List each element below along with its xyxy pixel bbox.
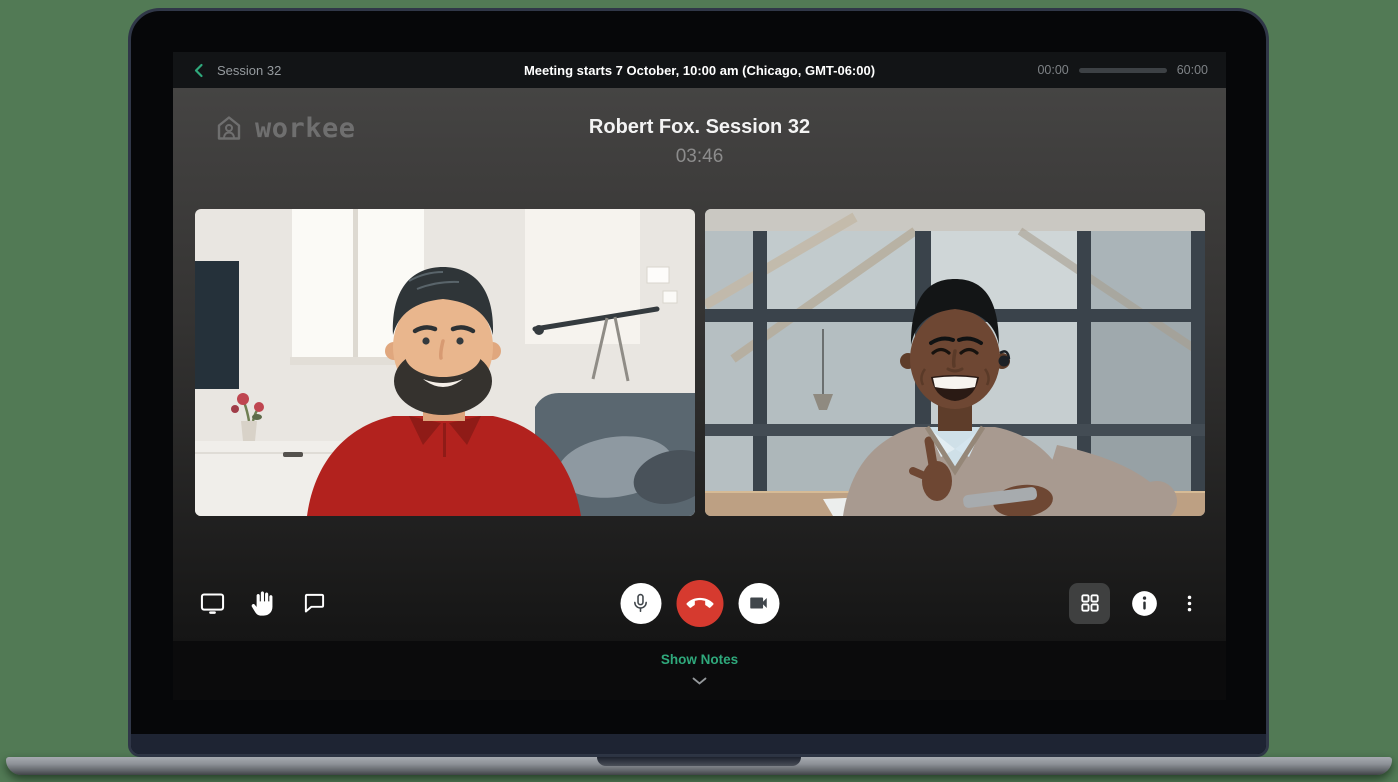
chevron-down-icon (692, 677, 707, 685)
participant-left-photo (195, 209, 695, 516)
video-grid (173, 209, 1226, 516)
back-button[interactable]: Session 32 (193, 63, 281, 78)
back-label: Session 32 (217, 63, 281, 78)
screen-share-button[interactable] (199, 590, 226, 617)
end-call-icon (686, 590, 713, 617)
session-progress-bar (1079, 68, 1167, 73)
laptop-lid-bottom (131, 734, 1266, 754)
top-bar: Session 32 Meeting starts 7 October, 10:… (173, 52, 1226, 88)
toolbar-center-group (620, 579, 779, 627)
page-background: Session 32 Meeting starts 7 October, 10:… (0, 0, 1398, 782)
call-toolbar (173, 579, 1226, 627)
show-notes-button[interactable]: Show Notes (661, 652, 738, 667)
laptop-base-notch (597, 757, 801, 766)
camera-button[interactable] (738, 583, 779, 624)
microphone-icon (630, 592, 652, 614)
chat-button[interactable] (301, 590, 327, 616)
screen-share-icon (199, 590, 226, 617)
microphone-button[interactable] (620, 583, 661, 624)
session-title: Robert Fox. Session 32 (173, 116, 1226, 139)
chat-icon (301, 590, 327, 616)
toolbar-left-group (199, 579, 327, 627)
meeting-main-panel: workee Robert Fox. Session 32 03:46 (173, 88, 1226, 641)
session-heading: Robert Fox. Session 32 03:46 (173, 116, 1226, 168)
chevron-left-icon (193, 63, 204, 78)
info-button[interactable] (1131, 590, 1158, 617)
participant-right-photo (705, 209, 1205, 516)
time-elapsed-label: 00:00 (1037, 63, 1068, 77)
participant-video-right[interactable] (705, 209, 1205, 516)
meeting-info-text: Meeting starts 7 October, 10:00 am (Chic… (524, 63, 875, 78)
info-icon (1131, 590, 1158, 617)
raise-hand-button[interactable] (249, 589, 278, 618)
raise-hand-icon (249, 589, 278, 618)
notes-expand-control[interactable] (173, 672, 1226, 690)
toolbar-right-group (1069, 579, 1200, 627)
time-total-label: 60:00 (1177, 63, 1208, 77)
participant-video-left[interactable] (195, 209, 695, 516)
grid-view-icon (1079, 592, 1101, 614)
laptop-mockup: Session 32 Meeting starts 7 October, 10:… (128, 8, 1269, 757)
end-call-button[interactable] (676, 580, 723, 627)
more-options-button[interactable] (1179, 593, 1200, 614)
meeting-app-screen: Session 32 Meeting starts 7 October, 10:… (173, 52, 1226, 700)
session-progress: 00:00 60:00 (1037, 63, 1208, 77)
camera-icon (748, 592, 770, 614)
notes-panel: Show Notes (173, 641, 1226, 700)
elapsed-timer: 03:46 (173, 146, 1226, 168)
laptop-base (6, 757, 1392, 775)
more-options-icon (1179, 593, 1200, 614)
grid-view-button[interactable] (1069, 583, 1110, 624)
